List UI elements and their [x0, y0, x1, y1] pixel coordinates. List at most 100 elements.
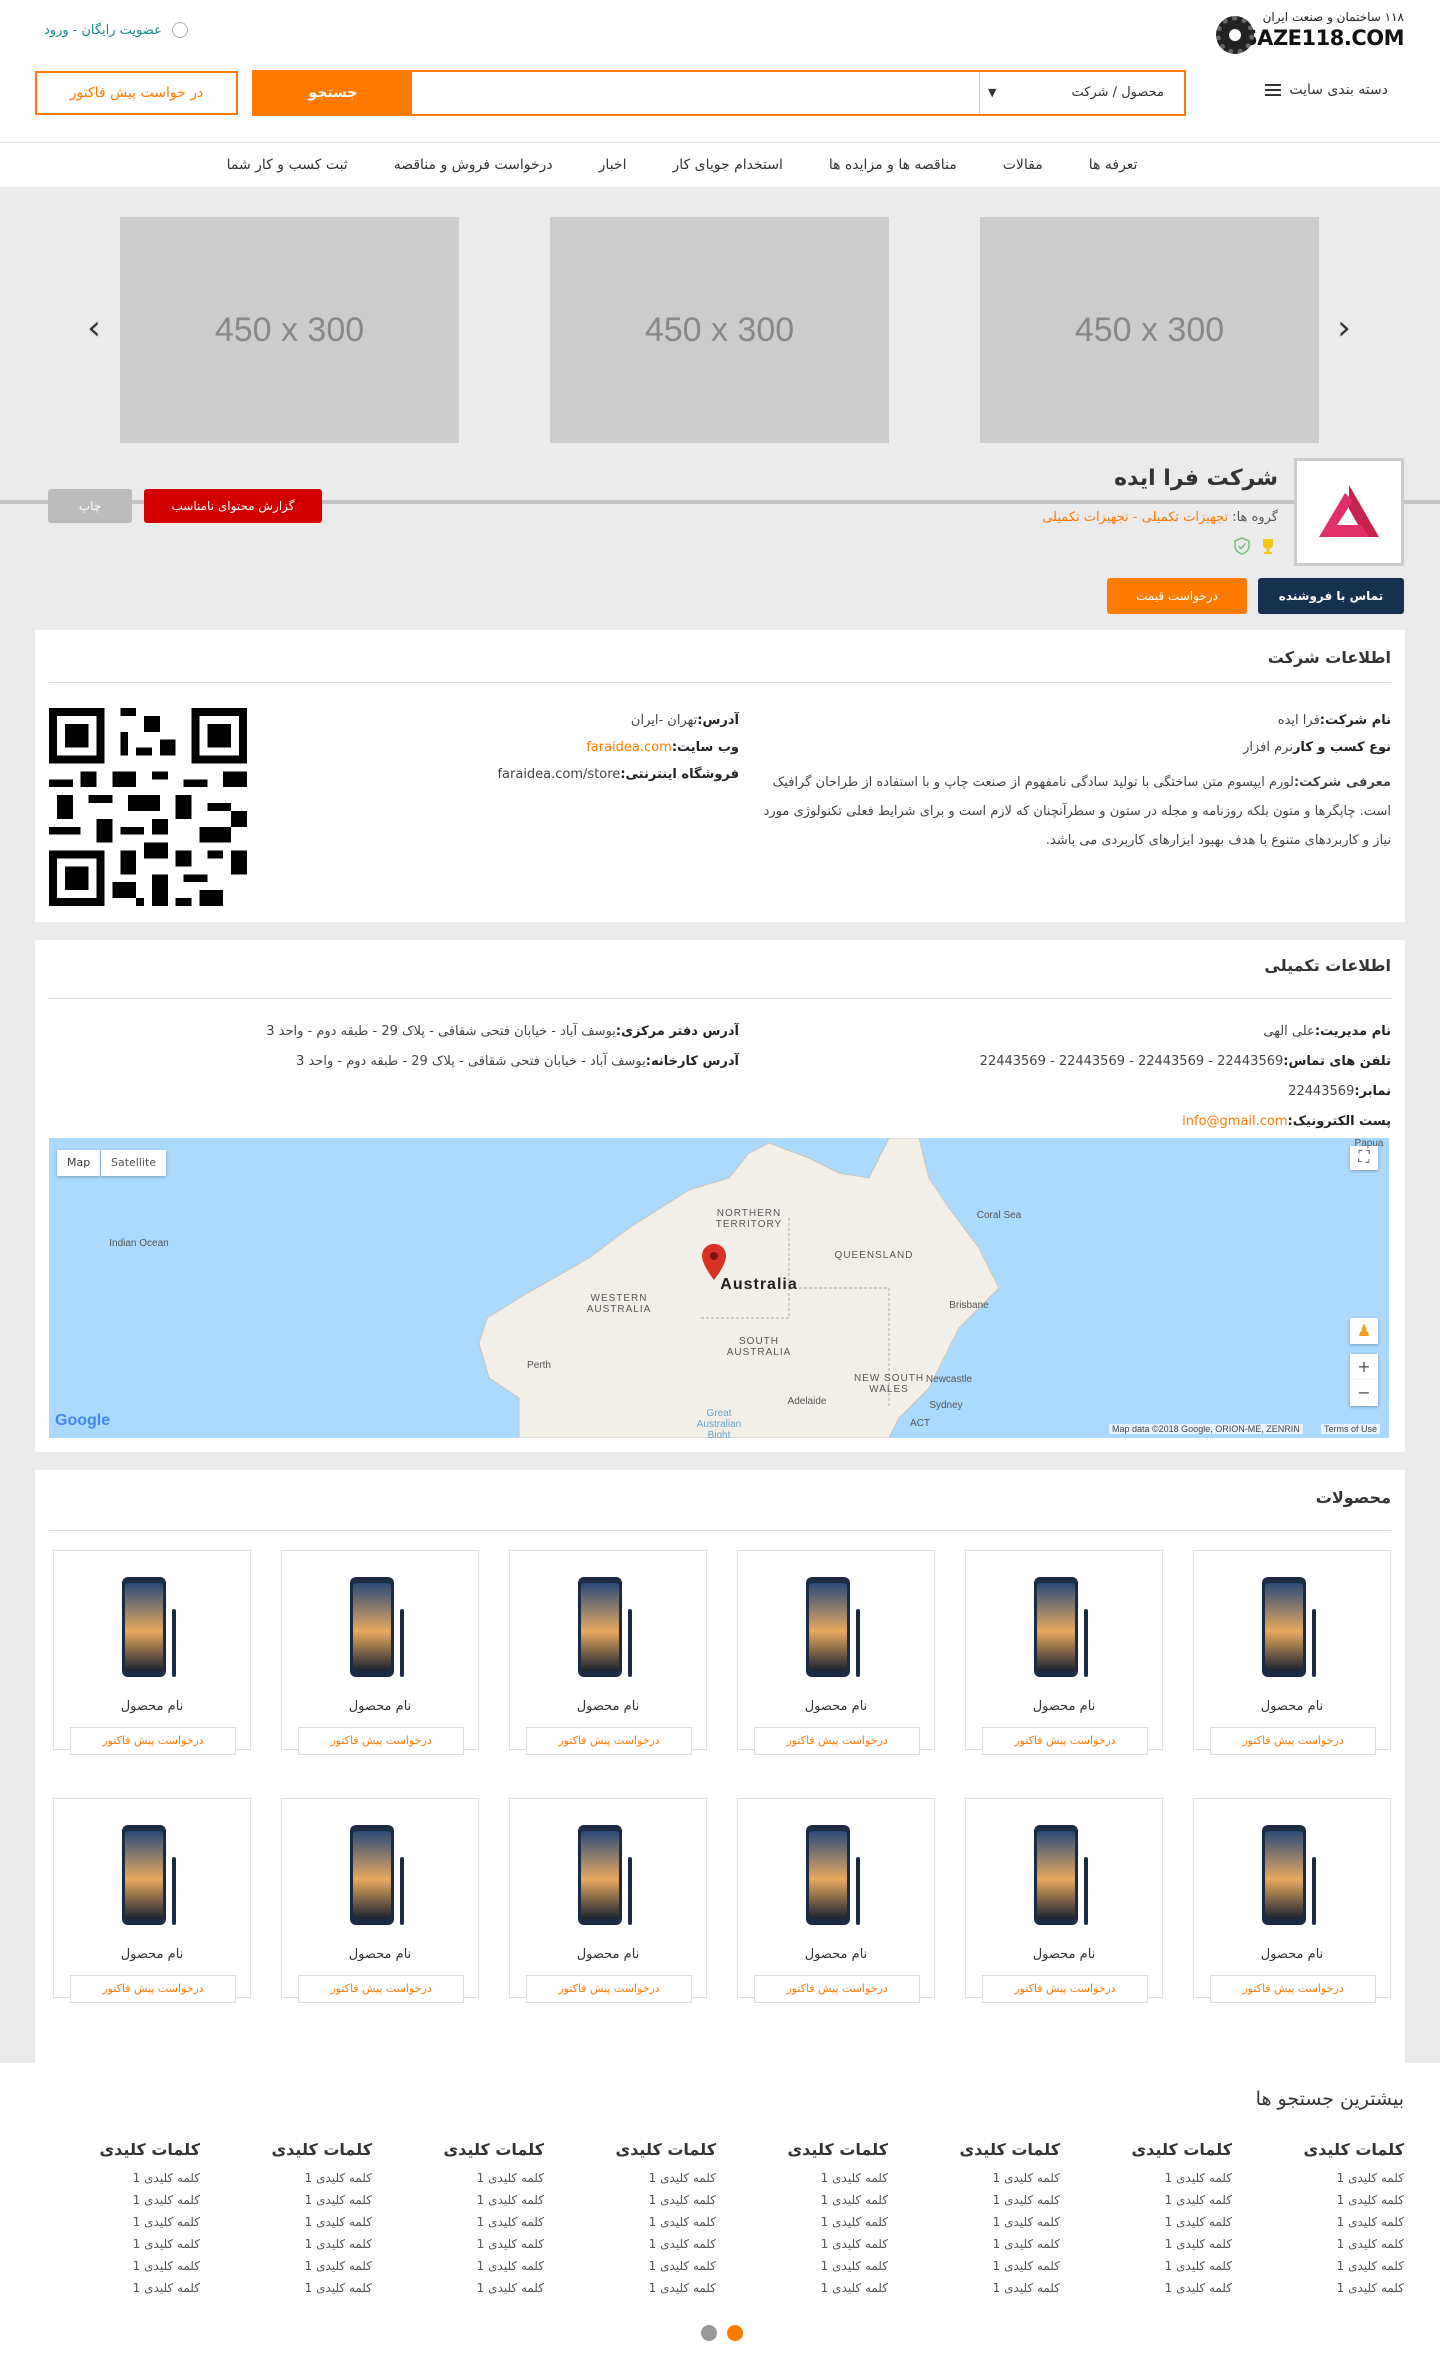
- nav-item-tenders[interactable]: مناقصه ها و مزایده ها: [829, 143, 957, 187]
- keyword-link[interactable]: کلمه کلیدی 1: [394, 2233, 544, 2255]
- slider-image[interactable]: 450 x 300: [550, 217, 889, 443]
- product-name[interactable]: نام محصول: [510, 1699, 706, 1714]
- product-card[interactable]: نام محصول درخواست پیش فاکتور: [1193, 1798, 1391, 2003]
- fullscreen-icon[interactable]: ⛶: [1350, 1146, 1378, 1170]
- keyword-link[interactable]: کلمه کلیدی 1: [394, 2167, 544, 2189]
- info-website-link[interactable]: faraidea.com: [586, 740, 672, 755]
- keyword-link[interactable]: کلمه کلیدی 1: [222, 2211, 372, 2233]
- nav-item-register-business[interactable]: ثبت کسب و کار شما: [227, 143, 348, 187]
- nav-item-sales-request[interactable]: درخواست فروش و مناقصه: [394, 143, 553, 187]
- slider-image[interactable]: 450 x 300: [980, 217, 1319, 443]
- product-card[interactable]: نام محصول درخواست پیش فاکتور: [737, 1550, 935, 1755]
- slider-next-icon[interactable]: ›: [1334, 311, 1354, 345]
- keyword-link[interactable]: کلمه کلیدی 1: [910, 2233, 1060, 2255]
- search-input[interactable]: [414, 72, 979, 114]
- keyword-link[interactable]: کلمه کلیدی 1: [222, 2277, 372, 2299]
- keyword-link[interactable]: کلمه کلیدی 1: [394, 2211, 544, 2233]
- product-quote-button[interactable]: درخواست پیش فاکتور: [1210, 1975, 1376, 2003]
- product-name[interactable]: نام محصول: [282, 1947, 478, 1962]
- product-name[interactable]: نام محصول: [54, 1699, 250, 1714]
- product-card[interactable]: نام محصول درخواست پیش فاکتور: [965, 1798, 1163, 2003]
- product-quote-button[interactable]: درخواست پیش فاکتور: [754, 1727, 920, 1755]
- product-quote-button[interactable]: درخواست پیش فاکتور: [70, 1975, 236, 2003]
- keyword-link[interactable]: کلمه کلیدی 1: [50, 2167, 200, 2189]
- product-quote-button[interactable]: درخواست پیش فاکتور: [298, 1727, 464, 1755]
- keyword-link[interactable]: کلمه کلیدی 1: [222, 2167, 372, 2189]
- groups-value[interactable]: تجهیزات تکمیلی - تجهیزات تکمیلی: [1042, 510, 1228, 525]
- keyword-link[interactable]: کلمه کلیدی 1: [222, 2255, 372, 2277]
- nav-item-articles[interactable]: مقالات: [1003, 143, 1043, 187]
- product-card[interactable]: نام محصول درخواست پیش فاکتور: [53, 1550, 251, 1755]
- pager-dot[interactable]: [701, 2325, 717, 2341]
- keyword-link[interactable]: کلمه کلیدی 1: [566, 2211, 716, 2233]
- keyword-link[interactable]: کلمه کلیدی 1: [1254, 2167, 1404, 2189]
- product-name[interactable]: نام محصول: [282, 1699, 478, 1714]
- slider-prev-icon[interactable]: ‹: [84, 311, 104, 345]
- keyword-link[interactable]: کلمه کلیدی 1: [566, 2167, 716, 2189]
- keyword-link[interactable]: کلمه کلیدی 1: [910, 2211, 1060, 2233]
- keyword-link[interactable]: کلمه کلیدی 1: [910, 2167, 1060, 2189]
- keyword-link[interactable]: کلمه کلیدی 1: [222, 2233, 372, 2255]
- keyword-link[interactable]: کلمه کلیدی 1: [1082, 2211, 1232, 2233]
- site-category-menu[interactable]: دسته بندی سایت: [1265, 82, 1388, 98]
- keyword-link[interactable]: کلمه کلیدی 1: [738, 2211, 888, 2233]
- keyword-link[interactable]: کلمه کلیدی 1: [910, 2189, 1060, 2211]
- info-store-link[interactable]: faraidea.com/store: [497, 767, 620, 782]
- keyword-link[interactable]: کلمه کلیدی 1: [50, 2189, 200, 2211]
- slider-image[interactable]: 450 x 300: [120, 217, 459, 443]
- keyword-link[interactable]: کلمه کلیدی 1: [738, 2277, 888, 2299]
- request-quote-button[interactable]: در خواست پیش فاکتور: [35, 71, 238, 115]
- keyword-link[interactable]: کلمه کلیدی 1: [394, 2277, 544, 2299]
- contact-seller-button[interactable]: تماس با فروشنده: [1258, 578, 1404, 614]
- product-quote-button[interactable]: درخواست پیش فاکتور: [298, 1975, 464, 2003]
- map-terms-link[interactable]: Terms of Use: [1321, 1424, 1381, 1434]
- product-name[interactable]: نام محصول: [966, 1699, 1162, 1714]
- product-name[interactable]: نام محصول: [1194, 1699, 1390, 1714]
- search-button[interactable]: جستجو: [254, 72, 412, 114]
- map-pin-icon[interactable]: [701, 1244, 727, 1280]
- request-price-button[interactable]: درخواست قیمت: [1107, 578, 1247, 614]
- zoom-out-icon[interactable]: −: [1350, 1380, 1378, 1406]
- keyword-link[interactable]: کلمه کلیدی 1: [394, 2189, 544, 2211]
- nav-item-news[interactable]: اخبار: [599, 143, 627, 187]
- search-type-select[interactable]: محصول / شرکت ▼: [979, 72, 1184, 114]
- keyword-link[interactable]: کلمه کلیدی 1: [566, 2189, 716, 2211]
- print-button[interactable]: چاپ: [48, 489, 132, 523]
- map-tab-satellite[interactable]: Satellite: [101, 1150, 167, 1176]
- keyword-link[interactable]: کلمه کلیدی 1: [1082, 2167, 1232, 2189]
- product-card[interactable]: نام محصول درخواست پیش فاکتور: [281, 1550, 479, 1755]
- product-name[interactable]: نام محصول: [966, 1947, 1162, 1962]
- product-name[interactable]: نام محصول: [1194, 1947, 1390, 1962]
- keyword-link[interactable]: کلمه کلیدی 1: [50, 2277, 200, 2299]
- keyword-link[interactable]: کلمه کلیدی 1: [1254, 2233, 1404, 2255]
- product-name[interactable]: نام محصول: [510, 1947, 706, 1962]
- product-quote-button[interactable]: درخواست پیش فاکتور: [982, 1727, 1148, 1755]
- keyword-link[interactable]: کلمه کلیدی 1: [566, 2233, 716, 2255]
- keyword-link[interactable]: کلمه کلیدی 1: [394, 2255, 544, 2277]
- keyword-link[interactable]: کلمه کلیدی 1: [1082, 2255, 1232, 2277]
- product-quote-button[interactable]: درخواست پیش فاکتور: [754, 1975, 920, 2003]
- nav-item-tariffs[interactable]: تعرفه ها: [1089, 143, 1138, 187]
- site-logo[interactable]: ۱۱۸ ساختمان و صنعت ایران SAZE118.COM: [1216, 10, 1405, 60]
- product-card[interactable]: نام محصول درخواست پیش فاکتور: [509, 1798, 707, 2003]
- product-name[interactable]: نام محصول: [738, 1947, 934, 1962]
- product-name[interactable]: نام محصول: [738, 1699, 934, 1714]
- street-view-icon[interactable]: ♟: [1350, 1318, 1378, 1344]
- product-card[interactable]: نام محصول درخواست پیش فاکتور: [965, 1550, 1163, 1755]
- register-link[interactable]: عضویت رایگان: [81, 23, 161, 38]
- product-quote-button[interactable]: درخواست پیش فاکتور: [526, 1975, 692, 2003]
- keyword-link[interactable]: کلمه کلیدی 1: [1254, 2189, 1404, 2211]
- keyword-link[interactable]: کلمه کلیدی 1: [50, 2211, 200, 2233]
- report-content-button[interactable]: گزارش محتوای نامناسب: [144, 489, 322, 523]
- product-card[interactable]: نام محصول درخواست پیش فاکتور: [1193, 1550, 1391, 1755]
- zoom-in-icon[interactable]: +: [1350, 1354, 1378, 1380]
- map-tab-map[interactable]: Map: [57, 1150, 101, 1176]
- product-card[interactable]: نام محصول درخواست پیش فاکتور: [509, 1550, 707, 1755]
- product-quote-button[interactable]: درخواست پیش فاکتور: [1210, 1727, 1376, 1755]
- keyword-link[interactable]: کلمه کلیدی 1: [738, 2255, 888, 2277]
- keyword-link[interactable]: کلمه کلیدی 1: [1082, 2277, 1232, 2299]
- keyword-link[interactable]: کلمه کلیدی 1: [566, 2277, 716, 2299]
- product-quote-button[interactable]: درخواست پیش فاکتور: [70, 1727, 236, 1755]
- login-link[interactable]: ورود: [44, 23, 69, 38]
- product-quote-button[interactable]: درخواست پیش فاکتور: [526, 1727, 692, 1755]
